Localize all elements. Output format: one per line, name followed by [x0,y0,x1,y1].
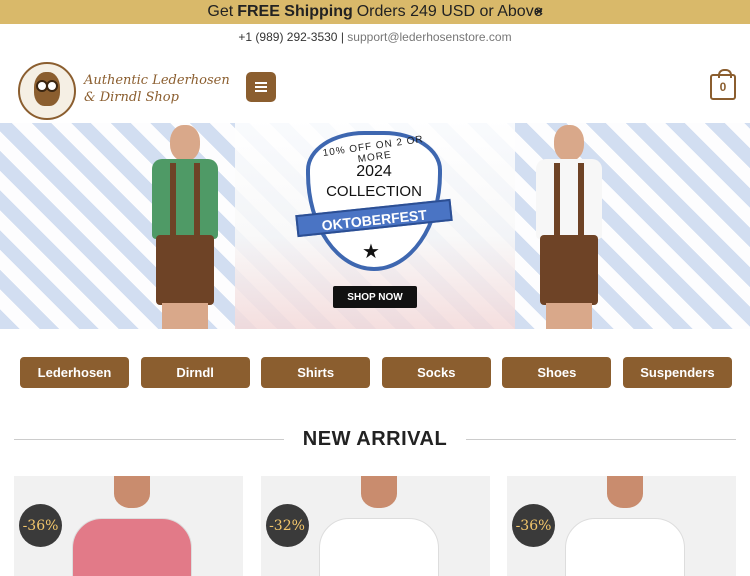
announcement-highlight: FREE Shipping [237,3,353,20]
announcement-suffix: Orders 249 USD or Above [356,3,543,20]
category-shirts[interactable]: Shirts [261,357,371,388]
hero-banner[interactable]: 10% OFF ON 2 OR MORE 2024 COLLECTION OKT… [0,123,750,329]
product-shirt [565,518,685,576]
close-icon[interactable]: × [535,3,543,19]
announcement-prefix: Get [207,3,234,20]
category-buttons: Lederhosen Dirndl Shirts Socks Shoes Sus… [20,357,732,388]
category-suspenders[interactable]: Suspenders [622,357,732,388]
section-title: NEW ARRIVAL [302,428,448,450]
category-lederhosen[interactable]: Lederhosen [20,357,129,388]
announcement-bar: Get FREE Shipping Orders 249 USD or Abov… [0,0,750,24]
product-grid: -36% -32% -36% [14,476,736,576]
new-arrival-heading: NEW ARRIVAL [0,428,750,451]
hamburger-icon [255,82,267,92]
discount-badge: -36% [512,504,555,547]
shop-now-button[interactable]: SHOP NOW [333,286,417,308]
cart-count: 0 [719,80,727,94]
product-shirt [72,518,192,576]
model-right [524,123,614,329]
menu-button[interactable] [246,72,276,102]
oktoberfest-badge: 10% OFF ON 2 OR MORE 2024 COLLECTION OKT… [295,131,453,281]
divider-right [466,439,736,440]
product-card[interactable]: -36% [507,476,736,576]
product-card[interactable]: -36% [14,476,243,576]
category-dirndl[interactable]: Dirndl [140,357,250,388]
category-socks[interactable]: Socks [381,357,491,388]
product-image [607,476,643,508]
logo-line-2: & Dirndl Shop [84,90,179,105]
star-icon: ★ [362,241,380,263]
divider-left [14,439,284,440]
category-shoes[interactable]: Shoes [502,357,612,388]
owl-icon [34,72,60,106]
model-left [140,123,230,329]
product-image [114,476,150,508]
logo-line-1: Authentic Lederhosen [84,73,230,88]
contact-line: +1 (989) 292-3530 | support@lederhosenst… [0,30,750,44]
product-card[interactable]: -32% [260,476,490,576]
badge-collection: COLLECTION [326,183,422,200]
contact-separator: | [340,30,344,44]
phone-number[interactable]: +1 (989) 292-3530 [238,30,337,44]
badge-year: 2024 [356,163,392,180]
discount-badge: -32% [265,504,309,547]
store-logo[interactable] [18,62,76,120]
logo-text[interactable]: Authentic Lederhosen & Dirndl Shop [84,72,230,106]
cart-button[interactable]: 0 [710,69,736,100]
product-shirt [318,518,439,576]
discount-badge: -36% [19,504,62,547]
site-header: Authentic Lederhosen & Dirndl Shop 0 [0,50,750,122]
product-image [360,476,397,508]
support-email[interactable]: support@lederhosenstore.com [347,30,511,44]
